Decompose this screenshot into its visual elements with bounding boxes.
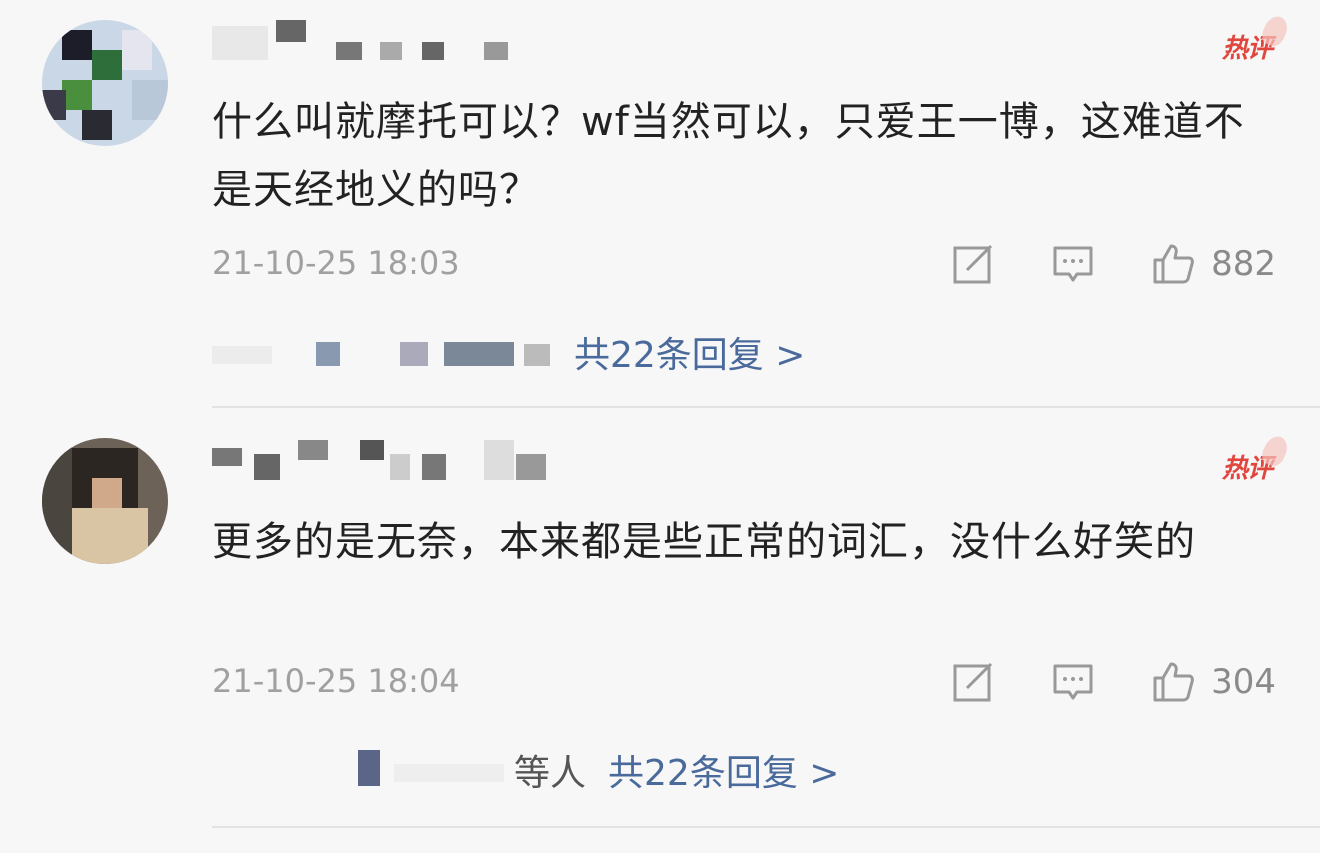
comment-actions: 882 — [951, 242, 1276, 286]
comment-item: 热评 更多的是无奈，本来都是些正常的词汇，没什么好笑的 21-10-25 18:… — [0, 408, 1320, 828]
comment-text: 更多的是无奈，本来都是些正常的词汇，没什么好笑的 — [212, 519, 1196, 565]
divider — [212, 826, 1320, 828]
comment-timestamp: 21-10-25 18:04 — [212, 662, 460, 700]
thumbs-up-icon[interactable] — [1151, 242, 1195, 286]
replies-row[interactable]: 等人 共22条回复 > — [358, 744, 839, 796]
username-blurred[interactable] — [212, 440, 552, 480]
replies-row[interactable]: 共22条回复 > — [212, 326, 805, 378]
edit-square-icon[interactable] — [951, 660, 995, 704]
comment-item: 热评 什么叫就摩托可以？wf当然可以，只爱王一博，这难道不是天经地义的吗？ 21… — [0, 0, 1320, 405]
replies-link[interactable]: 共22条回复 > — [574, 326, 805, 378]
replies-avatars-blurred — [212, 332, 552, 372]
comment-timestamp: 21-10-25 18:03 — [212, 244, 460, 282]
thumbs-up-icon[interactable] — [1151, 660, 1195, 704]
comment-bubble-icon[interactable] — [1051, 660, 1095, 704]
replies-link[interactable]: 共22条回复 > — [608, 744, 839, 796]
replies-avatars-blurred — [358, 750, 514, 790]
username-blurred[interactable] — [212, 20, 512, 60]
avatar[interactable] — [42, 438, 168, 564]
like-count: 304 — [1211, 662, 1276, 702]
hot-comment-badge: 热评 — [1222, 12, 1292, 65]
edit-square-icon[interactable] — [951, 242, 995, 286]
comment-bubble-icon[interactable] — [1051, 242, 1095, 286]
avatar[interactable] — [42, 20, 168, 146]
comment-actions: 304 — [951, 660, 1276, 704]
comment-text: 什么叫就摩托可以？wf当然可以，只爱王一博，这难道不是天经地义的吗？ — [212, 99, 1245, 213]
like-count: 882 — [1211, 244, 1276, 284]
hot-comment-badge: 热评 — [1222, 432, 1292, 485]
replies-who: 等人 — [514, 753, 587, 794]
